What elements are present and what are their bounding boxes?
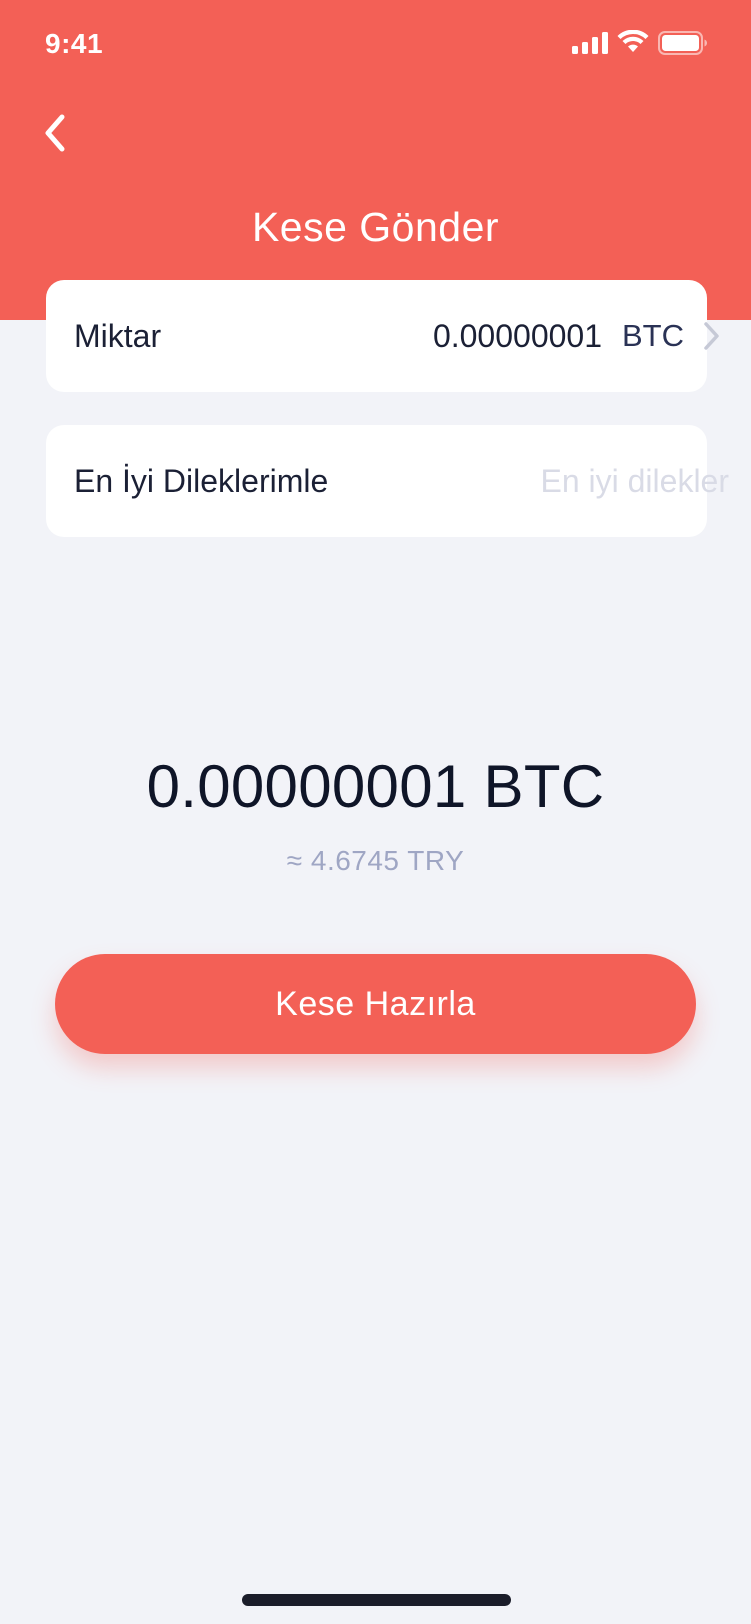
message-label: En İyi Dileklerimle — [74, 463, 329, 499]
chevron-left-icon — [45, 114, 65, 152]
message-input[interactable] — [486, 455, 729, 507]
amount-label: Miktar — [74, 318, 162, 354]
fiat-approx: ≈ 4.6745 TRY — [286, 845, 465, 876]
battery-icon — [658, 31, 707, 55]
status-bar: 9:41 — [0, 0, 751, 90]
home-indicator — [242, 1594, 511, 1606]
back-button[interactable] — [30, 105, 80, 161]
amount-unit: BTC — [622, 318, 684, 353]
prepare-button[interactable]: Kese Hazırla — [55, 954, 696, 1054]
amount-value: 0.00000001 — [432, 318, 602, 354]
message-row: En İyi Dileklerimle — [46, 425, 729, 537]
wifi-icon — [617, 30, 649, 52]
chevron-right-icon — [704, 322, 719, 350]
status-time: 9:41 — [45, 28, 104, 59]
total-amount: 0.00000001 BTC — [146, 753, 605, 820]
amount-row[interactable]: Miktar 0.00000001 BTC — [46, 280, 719, 392]
signal-icon — [572, 32, 608, 54]
page-title: Kese Gönder — [251, 204, 500, 250]
